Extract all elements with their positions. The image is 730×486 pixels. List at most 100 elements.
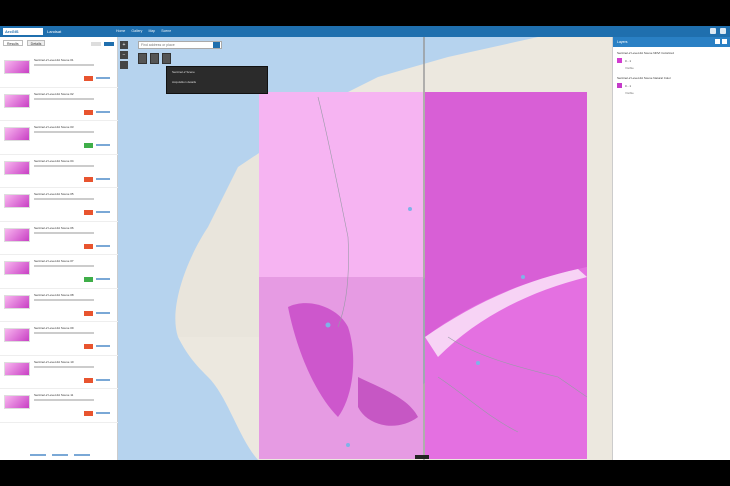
status-badge[interactable] xyxy=(84,310,93,316)
list-item[interactable]: Sentinel-2 Level-2A Scene 05 xyxy=(0,188,118,222)
layer-visibility[interactable]: Visible xyxy=(625,91,726,95)
status-badge[interactable] xyxy=(84,176,93,182)
details-link[interactable] xyxy=(96,278,110,280)
top-bar: ArcGIS Landsat Home Gallery Map Scene xyxy=(0,26,730,37)
scene-thumbnail[interactable] xyxy=(4,227,30,242)
user-icon[interactable] xyxy=(720,28,726,34)
map-popup: Sentinel-2 Scene Acquisition details xyxy=(166,66,268,94)
layers-panel: Layers Sentinel-2 Level-2A Scene NDVI Co… xyxy=(612,37,730,460)
scale-bar xyxy=(415,455,429,459)
scene-thumbnail[interactable] xyxy=(4,127,30,141)
details-link[interactable] xyxy=(96,177,110,180)
last-page-link[interactable] xyxy=(74,454,90,456)
list-item[interactable]: Sentinel-2 Level-2A Scene 08 xyxy=(0,289,118,322)
filter-button[interactable] xyxy=(91,42,101,46)
scene-thumbnail[interactable] xyxy=(4,194,30,208)
layers-header: Layers xyxy=(613,37,730,47)
status-badge[interactable] xyxy=(84,377,93,383)
scene-subtitle-line xyxy=(34,365,94,368)
filter-controls xyxy=(60,42,114,47)
tab-details[interactable]: Details xyxy=(26,40,46,46)
scene-thumbnail[interactable] xyxy=(4,60,30,74)
list-item[interactable]: Sentinel-2 Level-2A Scene 10 xyxy=(0,356,118,389)
sort-button[interactable] xyxy=(104,42,114,46)
next-page-link[interactable] xyxy=(52,454,68,456)
details-link[interactable] xyxy=(96,244,110,247)
nav-scene[interactable]: Scene xyxy=(161,29,171,34)
norway-coast-land xyxy=(175,147,268,337)
details-link[interactable] xyxy=(96,211,110,213)
status-badge[interactable] xyxy=(84,243,93,249)
zoom-in-button[interactable]: + xyxy=(120,41,128,49)
layer-list: Sentinel-2 Level-2A Scene NDVI Colorized… xyxy=(613,47,730,97)
zoom-controls: + − xyxy=(120,41,128,71)
compare-tool-button[interactable] xyxy=(162,53,171,64)
scene-subtitle-line xyxy=(34,198,94,200)
layer-title: Sentinel-2 Level-2A Scene NDVI Colorized xyxy=(617,51,674,55)
prev-page-link[interactable] xyxy=(30,454,46,456)
swipe-handle[interactable] xyxy=(423,37,425,460)
scene-title: Sentinel-2 Level-2A Scene 02 xyxy=(34,92,74,96)
details-link[interactable] xyxy=(96,110,110,113)
list-item[interactable]: Sentinel-2 Level-2A Scene 07 xyxy=(0,255,118,289)
minimize-icon[interactable] xyxy=(715,39,720,44)
nav-gallery[interactable]: Gallery xyxy=(131,29,142,34)
zoom-out-button[interactable]: − xyxy=(120,51,128,59)
legend-label: 0 - 1 xyxy=(625,83,632,88)
tab-results[interactable]: Results xyxy=(3,40,23,46)
swipe-tool-button[interactable] xyxy=(150,53,159,64)
scene-subtitle-line xyxy=(34,131,94,133)
legend-label: 0 - 1 xyxy=(625,58,632,63)
details-link[interactable] xyxy=(96,378,110,381)
status-badge[interactable] xyxy=(84,411,93,416)
status-badge[interactable] xyxy=(84,109,93,115)
scene-subtitle-line xyxy=(34,399,94,401)
map-search-input[interactable]: Find address or place xyxy=(138,41,222,49)
list-item[interactable]: Sentinel-2 Level-2A Scene 11 xyxy=(0,389,118,423)
details-link[interactable] xyxy=(96,311,110,314)
scene-thumbnail[interactable] xyxy=(4,395,30,409)
search-icon[interactable] xyxy=(213,42,220,48)
scene-thumbnail[interactable] xyxy=(4,328,30,342)
home-icon[interactable] xyxy=(120,61,128,69)
scene-title: Sentinel-2 Level-2A Scene 10 xyxy=(34,360,74,364)
city-marker xyxy=(408,207,412,211)
nav-map[interactable]: Map xyxy=(148,29,155,34)
close-icon[interactable] xyxy=(722,39,727,44)
layer-visibility[interactable]: Visible xyxy=(625,66,726,70)
scene-subtitle-line xyxy=(34,64,94,66)
details-link[interactable] xyxy=(96,77,110,79)
measure-tool-button[interactable] xyxy=(138,53,147,64)
app-logo[interactable]: ArcGIS xyxy=(3,28,43,35)
share-icon[interactable] xyxy=(710,28,716,34)
layer-item[interactable]: Sentinel-2 Level-2A Scene NDVI Colorized… xyxy=(613,47,730,72)
list-item[interactable]: Sentinel-2 Level-2A Scene 09 xyxy=(0,322,118,356)
results-list: Sentinel-2 Level-2A Scene 01 Sentinel-2 L… xyxy=(0,54,118,423)
status-badge[interactable] xyxy=(84,76,93,81)
scene-thumbnail[interactable] xyxy=(4,160,30,175)
status-badge[interactable] xyxy=(84,143,93,148)
nav-home[interactable]: Home xyxy=(116,29,125,34)
list-item[interactable]: Sentinel-2 Level-2A Scene 03 xyxy=(0,121,118,155)
list-item[interactable]: Sentinel-2 Level-2A Scene 04 xyxy=(0,155,118,188)
scene-title: Sentinel-2 Level-2A Scene 05 xyxy=(34,193,74,196)
details-link[interactable] xyxy=(96,144,110,146)
pagination xyxy=(30,454,90,456)
status-badge[interactable] xyxy=(84,344,93,349)
list-item[interactable]: Sentinel-2 Level-2A Scene 01 xyxy=(0,54,118,88)
map-view[interactable]: + − Find address or place Sentinel-2 Sce… xyxy=(118,37,612,460)
layer-item[interactable]: Sentinel-2 Level-2A Scene Natural Color 0… xyxy=(613,72,730,97)
status-badge[interactable] xyxy=(84,277,93,282)
status-badge[interactable] xyxy=(84,210,93,215)
list-item[interactable]: Sentinel-2 Level-2A Scene 06 xyxy=(0,222,118,255)
scene-title: Sentinel-2 Level-2A Scene 11 xyxy=(34,394,74,397)
scene-title: Sentinel-2 Level-2A Scene 04 xyxy=(34,159,74,163)
list-item[interactable]: Sentinel-2 Level-2A Scene 02 xyxy=(0,88,118,121)
scene-thumbnail[interactable] xyxy=(4,294,30,309)
scene-thumbnail[interactable] xyxy=(4,261,30,275)
scene-thumbnail[interactable] xyxy=(4,361,30,376)
details-link[interactable] xyxy=(96,412,110,414)
app-title: Landsat xyxy=(47,29,62,34)
details-link[interactable] xyxy=(96,345,110,347)
scene-thumbnail[interactable] xyxy=(4,93,30,108)
